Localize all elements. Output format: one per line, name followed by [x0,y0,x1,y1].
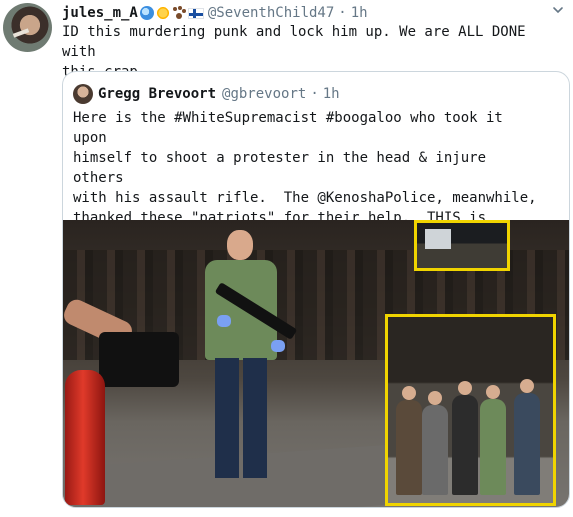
paw-icon [172,6,186,20]
quoted-author-handle: @gbrevoort [222,86,307,102]
wave-icon [139,6,154,20]
quoted-tweet-timestamp: 1h [322,86,340,102]
author-display-name[interactable]: jules_m_A [62,5,138,21]
quoted-author-display-name: Gregg Brevoort [98,86,217,102]
tweet-header: jules_m_A @SeventhChild47 · 1h [62,3,368,23]
video-camera [99,332,179,387]
header-separator: · [338,5,347,21]
inset-photo-bottom [385,314,556,506]
sun-icon [155,6,170,20]
tweet-timestamp[interactable]: 1h [351,5,368,21]
finland-flag-icon [187,7,204,19]
armed-man-figure [191,230,298,500]
chevron-down-icon[interactable] [551,3,565,17]
quoted-author-avatar [73,84,93,104]
author-avatar[interactable] [3,3,52,52]
quoted-tweet-card[interactable]: Gregg Brevoort @gbrevoort · 1h Here is t… [62,71,570,508]
quoted-tweet-header: Gregg Brevoort @gbrevoort · 1h [98,84,340,104]
fire-hydrant [65,370,105,505]
inset-photo-top [414,220,510,271]
author-handle[interactable]: @SeventhChild47 [208,5,334,21]
quoted-tweet-image[interactable] [63,220,569,507]
quoted-header-separator: · [310,86,319,102]
